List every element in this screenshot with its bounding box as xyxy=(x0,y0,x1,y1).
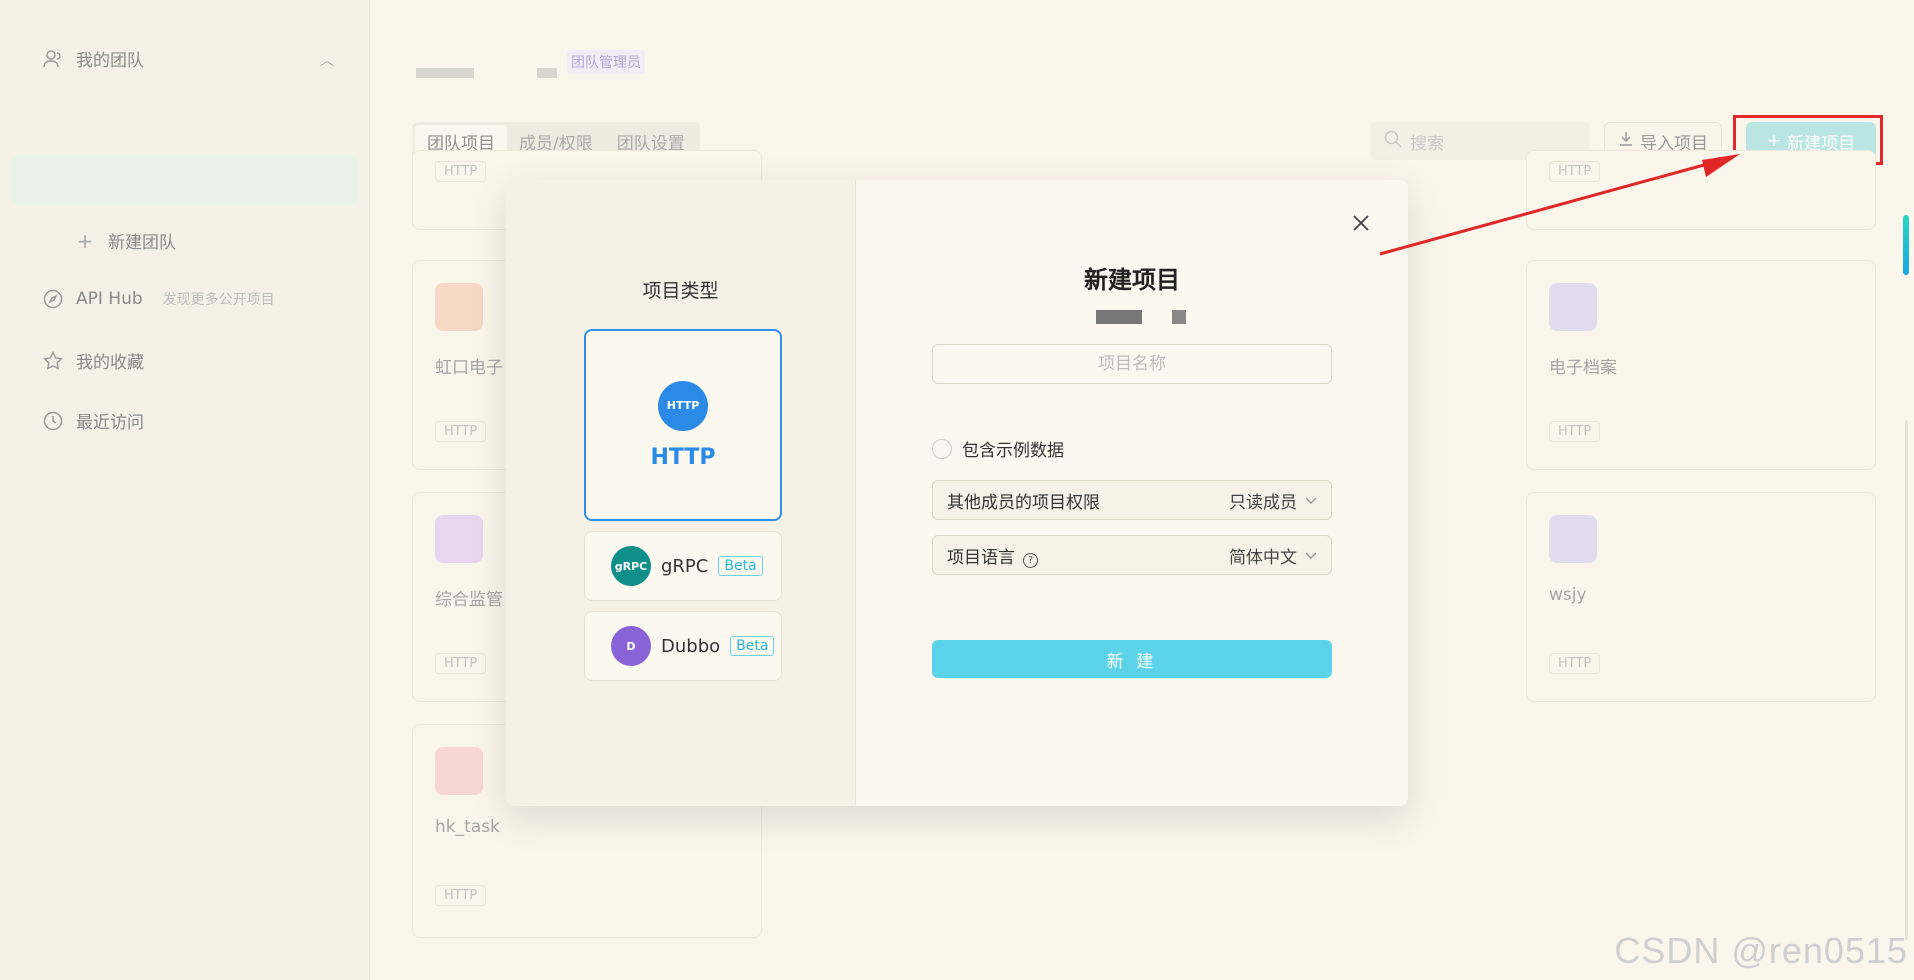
user-group-icon xyxy=(42,48,64,70)
beta-badge: Beta xyxy=(730,636,775,656)
new-project-dialog: 项目类型 HTTP HTTP gRPC gRPC Beta D Dubbo Be… xyxy=(506,180,1408,806)
sidebar: 我的团队 ︿ + 新建团队 API Hub 发现更多公开项目 我的收藏 最近访问 xyxy=(0,0,370,980)
sidebar-item-label: 我的收藏 xyxy=(76,353,144,373)
search-placeholder: 搜索 xyxy=(1410,133,1444,154)
chevron-down-icon xyxy=(1305,490,1317,510)
project-type-panel: 项目类型 HTTP HTTP gRPC gRPC Beta D Dubbo Be… xyxy=(506,180,856,806)
dubbo-icon: D xyxy=(611,626,651,666)
watermark: CSDN @ren0515 xyxy=(1614,930,1908,971)
project-type-tag: HTTP xyxy=(1549,161,1601,182)
project-type-tag: HTTP xyxy=(435,161,487,182)
beta-badge: Beta xyxy=(718,556,763,576)
type-option-dubbo[interactable]: D Dubbo Beta xyxy=(584,611,782,681)
project-type-title: 项目类型 xyxy=(642,280,719,302)
rocket-icon xyxy=(435,515,483,563)
permission-value: 只读成员 xyxy=(1229,492,1297,513)
book-icon xyxy=(435,747,483,795)
scrollbar-track[interactable] xyxy=(1905,420,1908,940)
project-card[interactable]: wsjy HTTP xyxy=(1526,492,1876,702)
folder-icon xyxy=(1549,515,1597,563)
planet-icon xyxy=(435,283,483,331)
project-type-tag: HTTP xyxy=(435,653,487,674)
import-icon xyxy=(1618,131,1634,152)
language-label-group: 项目语言? xyxy=(947,543,1038,568)
http-icon: HTTP xyxy=(658,380,708,431)
language-value-group: 简体中文 xyxy=(1229,543,1317,568)
redacted-text xyxy=(1172,310,1186,324)
search-icon xyxy=(1384,130,1402,153)
project-title: 电子档案 xyxy=(1549,358,1617,378)
project-type-tag: HTTP xyxy=(1549,421,1601,442)
project-title: wsjy xyxy=(1549,585,1587,605)
chevron-up-icon[interactable]: ︿ xyxy=(320,50,334,70)
project-title: 虹口电子 xyxy=(435,358,503,378)
language-label: 项目语言 xyxy=(947,547,1015,568)
clock-icon xyxy=(42,410,64,432)
project-form-panel: 新建项目 包含示例数据 其他成员的项目权限 只读成员 项目语言? 简体中文 xyxy=(856,180,1408,806)
compass-icon xyxy=(42,288,64,310)
grpc-icon: gRPC xyxy=(611,546,651,586)
project-type-tag: HTTP xyxy=(1549,653,1601,674)
redacted-text xyxy=(1096,310,1142,324)
sidebar-item-recent[interactable]: 最近访问 xyxy=(42,408,144,433)
plus-icon: + xyxy=(76,228,94,253)
project-card[interactable]: HTTP xyxy=(1526,150,1876,230)
sidebar-item-label: 新建团队 xyxy=(108,233,176,253)
sidebar-team-selected[interactable] xyxy=(12,155,358,205)
http-icon-text: HTTP xyxy=(666,399,700,412)
project-title: hk_task xyxy=(435,817,500,837)
create-button[interactable]: 新 建 xyxy=(932,640,1332,678)
dubbo-icon-text: D xyxy=(626,639,636,653)
chevron-down-icon xyxy=(1305,545,1317,565)
redacted-team-name xyxy=(537,68,557,78)
sidebar-item-favorites[interactable]: 我的收藏 xyxy=(42,348,144,373)
role-badge: 团队管理员 xyxy=(567,50,645,74)
project-name-input[interactable] xyxy=(932,344,1332,384)
language-value: 简体中文 xyxy=(1229,547,1297,568)
type-option-label: Dubbo xyxy=(661,635,721,657)
sidebar-item-sublabel: 发现更多公开项目 xyxy=(162,292,275,308)
sidebar-item-label: 我的团队 xyxy=(76,51,144,71)
permission-value-group: 只读成员 xyxy=(1229,488,1317,513)
scrollbar-thumb[interactable] xyxy=(1903,215,1909,275)
sidebar-item-label: 最近访问 xyxy=(76,413,144,433)
redacted-team-name xyxy=(416,68,474,78)
project-title: 综合监管 xyxy=(435,590,503,610)
sidebar-item-new-team[interactable]: + 新建团队 xyxy=(74,228,176,254)
sidebar-item-my-team[interactable]: 我的团队 xyxy=(42,46,144,71)
type-option-label: HTTP xyxy=(650,444,716,470)
grpc-icon-text: gRPC xyxy=(614,559,648,573)
help-icon[interactable]: ? xyxy=(1023,552,1038,568)
sidebar-item-label: API Hub xyxy=(76,289,143,309)
sample-data-checkbox[interactable] xyxy=(932,438,952,459)
folder-icon xyxy=(1549,283,1597,331)
member-permission-select[interactable]: 其他成员的项目权限 只读成员 xyxy=(932,480,1332,520)
project-type-tag: HTTP xyxy=(435,421,487,442)
project-type-tag: HTTP xyxy=(435,885,487,906)
close-icon[interactable] xyxy=(1350,212,1372,234)
type-option-label: gRPC xyxy=(661,555,709,577)
dialog-title: 新建项目 xyxy=(1084,266,1180,294)
type-option-http[interactable]: HTTP HTTP xyxy=(584,329,782,521)
project-language-select[interactable]: 项目语言? 简体中文 xyxy=(932,535,1332,575)
project-card[interactable]: 电子档案 HTTP xyxy=(1526,260,1876,470)
sample-data-label: 包含示例数据 xyxy=(962,441,1064,461)
sample-data-option[interactable]: 包含示例数据 xyxy=(932,436,1064,461)
type-option-grpc[interactable]: gRPC gRPC Beta xyxy=(584,531,782,601)
sidebar-item-api-hub[interactable]: API Hub 发现更多公开项目 xyxy=(42,288,275,310)
star-icon xyxy=(42,350,64,372)
permission-label: 其他成员的项目权限 xyxy=(947,492,1100,513)
